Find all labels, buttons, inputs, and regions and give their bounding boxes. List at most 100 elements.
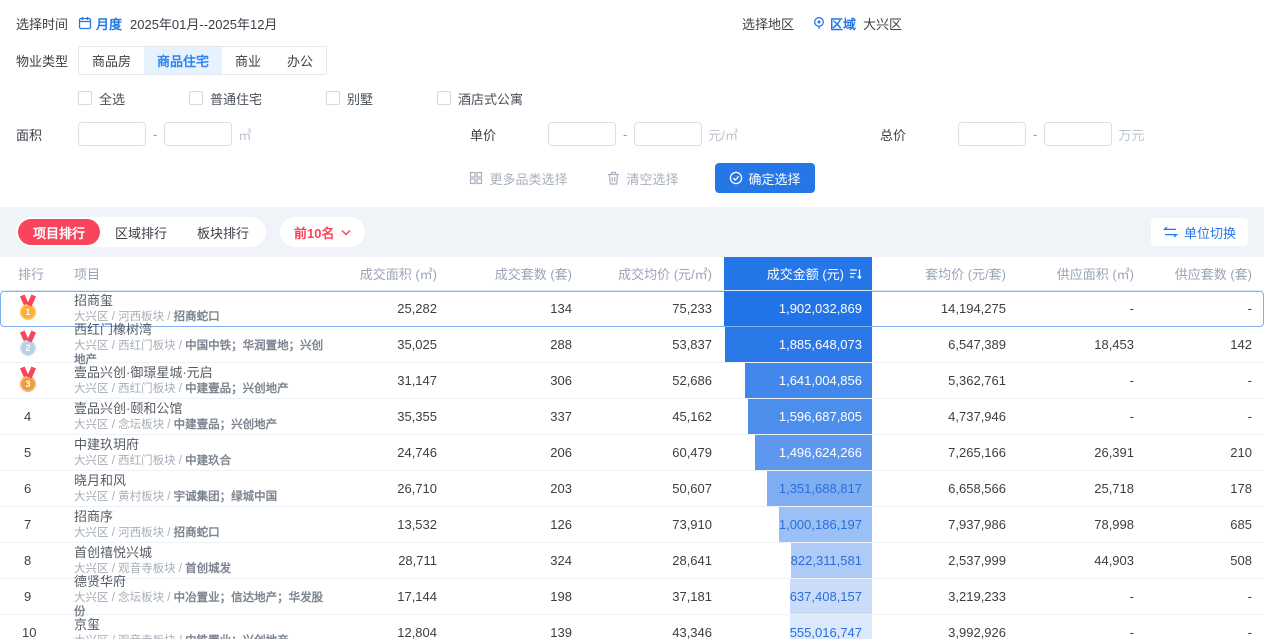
table-row[interactable]: 3 壹品兴创·御璟星城·元启 大兴区 / 西红门板块 / 中建壹品；兴创地产 3… xyxy=(0,363,1264,399)
filter-panel: 选择时间 月度 2025年01月--2025年12月 选择地区 区域 大兴区 物… xyxy=(0,0,1264,207)
col-header-unit-avg-price[interactable]: 套均价 (元/套) xyxy=(872,264,1018,283)
project-name: 德贤华府 xyxy=(74,574,127,589)
developer-name: 中建玖合 xyxy=(185,455,232,467)
developer-name: 中铁置业；兴创地产 xyxy=(185,635,289,639)
tab-block-ranking[interactable]: 板块排行 xyxy=(182,219,264,245)
project-location: 大兴区 / 西红门板块 / 中建玖合 xyxy=(74,455,232,467)
rank-number: 10 xyxy=(22,625,37,639)
time-mode-label: 月度 xyxy=(96,16,123,32)
col-header-deal-avg-price[interactable]: 成交均价 (元/㎡) xyxy=(584,264,724,283)
col-header-supply-units[interactable]: 供应套数 (套) xyxy=(1146,264,1264,283)
col-header-supply-area[interactable]: 供应面积 (㎡) xyxy=(1018,264,1146,283)
col-header-deal-units[interactable]: 成交套数 (套) xyxy=(449,264,584,283)
table-row[interactable]: 10 京玺 大兴区 / 观音寺板块 / 中铁置业；兴创地产 12,804 139… xyxy=(0,615,1264,639)
unit-price-range-group: 单价 - 元/㎡ xyxy=(470,121,738,147)
project-name: 壹品兴创·御璟星城·元启 xyxy=(74,365,213,380)
calendar-icon xyxy=(78,16,92,30)
property-tab-commodity[interactable]: 商品房 xyxy=(79,47,145,74)
confirm-selection-button[interactable]: 确定选择 xyxy=(714,163,815,193)
subtype-checkbox-row: 全选 普通住宅 别墅 酒店式公寓 xyxy=(16,85,1248,111)
clear-selection-button[interactable]: 清空选择 xyxy=(607,169,679,188)
more-categories-button[interactable]: 更多品类选择 xyxy=(469,169,567,188)
area-min-input[interactable] xyxy=(78,122,146,146)
project-name: 晓月和风 xyxy=(74,473,127,488)
checkbox-select-all[interactable]: 全选 xyxy=(78,89,125,108)
region-value[interactable]: 大兴区 xyxy=(863,14,902,33)
unit-switch-button[interactable]: 单位切换 xyxy=(1150,218,1248,246)
time-mode-selector[interactable]: 月度 xyxy=(78,14,122,33)
checkbox-serviced-apartment[interactable]: 酒店式公寓 xyxy=(437,89,523,108)
project-location: 大兴区 / 黄村板块 / 宇诚集团；绿城中国 xyxy=(74,491,278,503)
checkbox-villa[interactable]: 别墅 xyxy=(326,89,373,108)
area-max-input[interactable] xyxy=(164,122,233,146)
time-filter-row: 选择时间 月度 2025年01月--2025年12月 选择地区 区域 大兴区 xyxy=(16,10,1248,36)
location-pin-icon xyxy=(812,16,826,30)
checkbox-ordinary-residence[interactable]: 普通住宅 xyxy=(189,89,262,108)
property-tab-commercial[interactable]: 商业 xyxy=(222,47,275,74)
amount-bar: 555,016,747 xyxy=(789,615,872,639)
area-unit-label: ㎡ xyxy=(238,127,252,143)
trash-icon xyxy=(607,171,620,185)
project-location: 大兴区 / 西红门板块 / 中建壹品；兴创地产 xyxy=(74,383,289,395)
filter-actions-row: 更多品类选择 清空选择 确定选择 xyxy=(0,163,1264,193)
col-header-project[interactable]: 项目 xyxy=(58,264,334,283)
ranking-toolbar: 项目排行 区域排行 板块排行 前10名 单位切换 xyxy=(0,207,1264,257)
table-header-row: 排行 项目 成交面积 (㎡) 成交套数 (套) 成交均价 (元/㎡) 成交金额 … xyxy=(0,257,1264,291)
rank-number: 6 xyxy=(24,481,32,496)
rank-number: 8 xyxy=(24,553,32,568)
top-n-dropdown[interactable]: 前10名 xyxy=(280,217,365,247)
amount-bar: 1,496,624,266 xyxy=(755,435,872,470)
total-price-label: 总价 xyxy=(880,127,907,143)
table-row[interactable]: 7 招商序 大兴区 / 河西板块 / 招商蛇口 13,532 126 73,91… xyxy=(0,507,1264,543)
property-type-tabs: 商品房 商品住宅 商业 办公 xyxy=(78,46,328,75)
time-filter-label: 选择时间 xyxy=(16,16,69,32)
property-tab-office[interactable]: 办公 xyxy=(274,47,327,74)
rank-number: 5 xyxy=(24,445,32,460)
property-tab-residential[interactable]: 商品住宅 xyxy=(144,47,223,74)
col-header-deal-amount-sorted[interactable]: 成交金额 (元) xyxy=(724,257,872,290)
table-row[interactable]: 5 中建玖玥府 大兴区 / 西红门板块 / 中建玖合 24,746 206 60… xyxy=(0,435,1264,471)
unit-price-max-input[interactable] xyxy=(634,122,703,146)
table-row[interactable]: 4 壹品兴创·颐和公馆 大兴区 / 念坛板块 / 中建壹品；兴创地产 35,35… xyxy=(0,399,1264,435)
region-type-selector[interactable]: 区域 xyxy=(812,14,856,33)
region-filter: 选择地区 区域 大兴区 xyxy=(742,10,902,36)
total-price-min-input[interactable] xyxy=(958,122,1026,146)
property-type-label: 物业类型 xyxy=(16,54,69,69)
col-header-deal-area[interactable]: 成交面积 (㎡) xyxy=(334,264,449,283)
table-row[interactable]: 6 晓月和风 大兴区 / 黄村板块 / 宇诚集团；绿城中国 26,710 203… xyxy=(0,471,1264,507)
amount-bar: 1,596,687,805 xyxy=(747,399,872,434)
table-row[interactable]: 9 德贤华府 大兴区 / 念坛板块 / 中冶置业；信达地产；华发股份 17,14… xyxy=(0,574,1264,618)
unit-price-label: 单价 xyxy=(470,127,497,143)
amount-bar: 637,408,157 xyxy=(789,579,872,614)
unit-price-unit-label: 元/㎡ xyxy=(708,127,738,143)
region-type-label: 区域 xyxy=(830,16,857,32)
check-circle-icon xyxy=(729,171,743,185)
amount-bar: 1,000,186,197 xyxy=(778,507,872,542)
amount-bar: 1,885,648,073 xyxy=(725,327,872,362)
project-name: 京玺 xyxy=(74,617,101,632)
swap-arrows-icon xyxy=(1162,226,1178,238)
col-header-rank[interactable]: 排行 xyxy=(0,264,58,283)
table-row[interactable]: 2 西红门橡树湾 大兴区 / 西红门板块 / 中国中铁；华润置地；兴创地产 35… xyxy=(0,322,1264,366)
time-range-value[interactable]: 2025年01月--2025年12月 xyxy=(130,14,277,33)
project-location: 大兴区 / 观音寺板块 / 中铁置业；兴创地产 xyxy=(74,634,334,639)
project-name: 招商玺 xyxy=(74,293,114,308)
project-location: 大兴区 / 河西板块 / 招商蛇口 xyxy=(74,527,220,539)
checkbox-box-icon xyxy=(78,91,92,105)
amount-bar: 1,641,004,856 xyxy=(744,363,872,398)
rank-number: 9 xyxy=(24,589,32,604)
total-price-range-group: 总价 - 万元 xyxy=(880,121,1144,147)
unit-price-min-input[interactable] xyxy=(548,122,616,146)
developer-name: 中建壹品；兴创地产 xyxy=(173,419,278,431)
amount-bar: 1,902,032,869 xyxy=(724,291,872,326)
tab-project-ranking[interactable]: 项目排行 xyxy=(18,219,101,245)
project-name: 西红门橡树湾 xyxy=(74,322,153,337)
tab-region-ranking[interactable]: 区域排行 xyxy=(100,219,182,245)
total-price-max-input[interactable] xyxy=(1044,122,1113,146)
range-filter-row: 面积 - ㎡ 单价 - 元/㎡ 总价 - 万元 xyxy=(16,121,1248,147)
area-range-group: 面积 - ㎡ xyxy=(16,121,251,147)
area-label: 面积 xyxy=(16,127,43,143)
property-type-row: 物业类型 商品房 商品住宅 商业 办公 xyxy=(16,46,1248,75)
developer-name: 宇诚集团；绿城中国 xyxy=(173,491,278,503)
rank-number: 4 xyxy=(24,409,32,424)
